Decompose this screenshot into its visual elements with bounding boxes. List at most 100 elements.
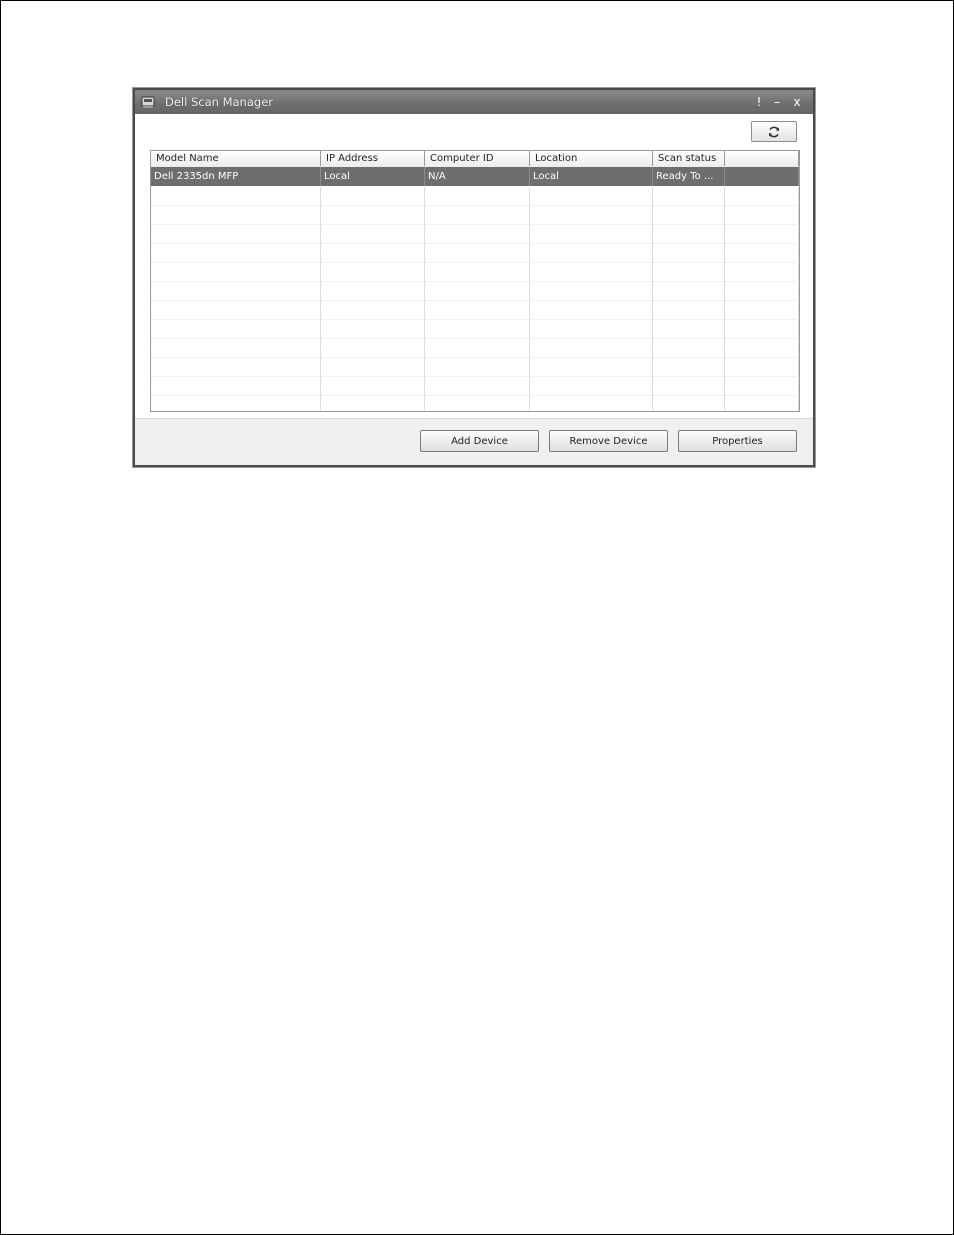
window-client-area: Model Name IP Address Computer ID Locati… xyxy=(135,114,813,465)
empty-cell xyxy=(653,263,725,282)
column-scan-status[interactable]: Scan status xyxy=(653,151,725,166)
empty-cell xyxy=(425,206,530,225)
empty-cell xyxy=(653,301,725,320)
empty-cell xyxy=(725,358,799,377)
empty-cell xyxy=(425,244,530,263)
empty-cell xyxy=(425,377,530,396)
empty-cell xyxy=(321,244,425,263)
empty-cell xyxy=(151,244,321,263)
empty-cell xyxy=(151,206,321,225)
empty-cell xyxy=(321,396,425,411)
empty-cell xyxy=(321,358,425,377)
empty-cell xyxy=(725,263,799,282)
empty-cell xyxy=(725,339,799,358)
remove-device-button[interactable]: Remove Device xyxy=(549,430,668,452)
empty-cell xyxy=(151,396,321,411)
empty-cell xyxy=(530,244,653,263)
properties-button[interactable]: Properties xyxy=(678,430,797,452)
window-title: Dell Scan Manager xyxy=(165,95,273,109)
empty-cell xyxy=(725,244,799,263)
table-row[interactable]: Dell 2335dn MFP Local N/A Local Ready To… xyxy=(151,167,799,186)
empty-cell xyxy=(151,225,321,244)
device-list[interactable]: Model Name IP Address Computer ID Locati… xyxy=(150,150,800,412)
empty-cell xyxy=(321,282,425,301)
column-computer-id[interactable]: Computer ID xyxy=(425,151,530,166)
empty-cell xyxy=(530,358,653,377)
cell-ip-address: Local xyxy=(321,167,425,186)
empty-cell xyxy=(425,339,530,358)
empty-cell xyxy=(321,320,425,339)
empty-cell xyxy=(725,301,799,320)
empty-cell xyxy=(530,187,653,206)
empty-cell xyxy=(725,377,799,396)
refresh-button[interactable] xyxy=(751,121,797,142)
empty-cell xyxy=(151,263,321,282)
title-bar[interactable]: Dell Scan Manager ! – x xyxy=(135,90,813,114)
empty-cell xyxy=(653,396,725,411)
empty-cell xyxy=(653,377,725,396)
empty-cell xyxy=(530,339,653,358)
empty-cell xyxy=(321,301,425,320)
empty-cell xyxy=(151,358,321,377)
refresh-icon xyxy=(768,126,780,137)
empty-cell xyxy=(725,320,799,339)
pin-button[interactable]: ! xyxy=(751,93,767,111)
empty-cell xyxy=(725,187,799,206)
empty-cell xyxy=(530,263,653,282)
empty-cell xyxy=(653,282,725,301)
empty-cell xyxy=(321,263,425,282)
empty-cell xyxy=(725,282,799,301)
add-device-button[interactable]: Add Device xyxy=(420,430,539,452)
empty-cell xyxy=(530,225,653,244)
empty-cell xyxy=(653,206,725,225)
empty-list-row xyxy=(151,396,799,411)
empty-cell xyxy=(425,263,530,282)
empty-cell xyxy=(530,396,653,411)
column-extra[interactable] xyxy=(725,151,799,166)
empty-cell xyxy=(653,358,725,377)
empty-cell xyxy=(321,187,425,206)
cell-scan-status: Ready To ... xyxy=(653,167,725,186)
empty-list-row xyxy=(151,187,799,206)
empty-cell xyxy=(425,320,530,339)
empty-cell xyxy=(321,206,425,225)
empty-list-row xyxy=(151,206,799,225)
column-location[interactable]: Location xyxy=(530,151,653,166)
empty-cell xyxy=(151,320,321,339)
empty-cell xyxy=(653,244,725,263)
empty-list-row xyxy=(151,358,799,377)
empty-list-row xyxy=(151,225,799,244)
cell-extra xyxy=(725,167,799,186)
empty-cell xyxy=(151,187,321,206)
empty-list-row xyxy=(151,320,799,339)
empty-cell xyxy=(425,282,530,301)
cell-computer-id: N/A xyxy=(425,167,530,186)
empty-list-row xyxy=(151,282,799,301)
empty-cell xyxy=(151,282,321,301)
empty-cell xyxy=(425,301,530,320)
empty-cell xyxy=(653,225,725,244)
empty-cell xyxy=(425,396,530,411)
close-button[interactable]: x xyxy=(789,93,805,111)
empty-cell xyxy=(653,320,725,339)
empty-cell xyxy=(151,377,321,396)
minimize-button[interactable]: – xyxy=(769,93,785,111)
scanner-app-icon xyxy=(141,96,155,108)
empty-cell xyxy=(151,339,321,358)
empty-cell xyxy=(725,396,799,411)
empty-list-row xyxy=(151,339,799,358)
cell-location: Local xyxy=(530,167,653,186)
empty-list-row xyxy=(151,377,799,396)
cell-model-name: Dell 2335dn MFP xyxy=(151,167,321,186)
empty-cell xyxy=(321,225,425,244)
dell-scan-manager-window: Dell Scan Manager ! – x Model Name IP Ad… xyxy=(133,88,815,467)
empty-list-row xyxy=(151,244,799,263)
empty-cell xyxy=(725,206,799,225)
empty-cell xyxy=(151,301,321,320)
column-ip-address[interactable]: IP Address xyxy=(321,151,425,166)
empty-cell xyxy=(425,225,530,244)
list-header: Model Name IP Address Computer ID Locati… xyxy=(151,150,799,168)
column-model-name[interactable]: Model Name xyxy=(151,151,321,166)
empty-cell xyxy=(530,206,653,225)
empty-cell xyxy=(530,301,653,320)
